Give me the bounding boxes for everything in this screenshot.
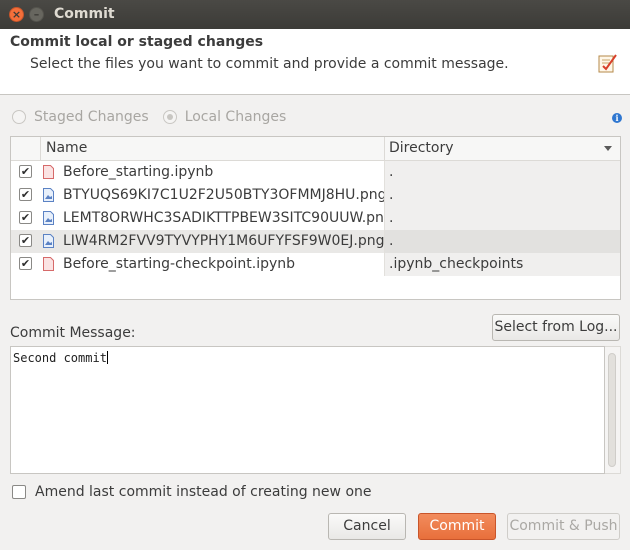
table-row[interactable]: ✔ Before_starting-checkpoint.ipynb .ipyn…	[11, 253, 620, 276]
file-directory: .	[384, 184, 620, 207]
table-row[interactable]: ✔ LEMT8ORWHC3SADIKTTPBEW3SITC90UUW.png .	[11, 207, 620, 230]
table-row[interactable]: ✔ Before_starting.ipynb .	[11, 161, 620, 184]
text-caret	[106, 351, 108, 364]
row-checkbox[interactable]: ✔	[19, 257, 32, 270]
image-file-icon	[43, 211, 54, 225]
sort-arrow-icon	[604, 146, 612, 151]
file-directory: .	[384, 161, 620, 184]
window-title: Commit	[54, 6, 115, 22]
row-checkbox[interactable]: ✔	[19, 234, 32, 247]
minimize-window-button[interactable]: –	[29, 7, 44, 22]
header-description: Select the files you want to commit and …	[30, 56, 509, 72]
file-directory: .	[384, 230, 620, 253]
image-file-icon	[43, 188, 54, 202]
window-titlebar: × – Commit	[0, 0, 630, 29]
notebook-file-icon	[43, 257, 54, 271]
amend-label: Amend last commit instead of creating ne…	[35, 484, 372, 500]
row-checkbox[interactable]: ✔	[19, 211, 32, 224]
file-name: BTYUQS69KI7C1U2F2U50BTY3OFMMJ8HU.png	[63, 187, 387, 203]
directory-column-label: Directory	[389, 140, 454, 156]
commit-message-input[interactable]: Second commit	[10, 346, 605, 474]
image-file-icon	[43, 234, 54, 248]
select-from-log-button[interactable]: Select from Log...	[492, 314, 620, 341]
directory-column-header[interactable]: Directory	[384, 137, 620, 161]
file-name: Before_starting.ipynb	[63, 164, 214, 180]
commit-button[interactable]: Commit	[418, 513, 496, 540]
message-scrollbar[interactable]	[605, 346, 621, 474]
amend-option[interactable]: Amend last commit instead of creating ne…	[12, 484, 372, 500]
file-directory: .	[384, 207, 620, 230]
row-checkbox[interactable]: ✔	[19, 188, 32, 201]
checkbox-column-header[interactable]	[11, 137, 41, 161]
commit-message-label: Commit Message:	[10, 325, 136, 341]
table-row[interactable]: ✔ LIW4RM2FVV9TYVYPHY1M6UFYFSF9W0EJ.png .	[11, 230, 620, 253]
cancel-button[interactable]: Cancel	[328, 513, 406, 540]
notebook-file-icon	[43, 165, 54, 179]
change-mode-group: Staged Changes Local Changes	[12, 109, 300, 125]
row-checkbox[interactable]: ✔	[19, 165, 32, 178]
file-name: LIW4RM2FVV9TYVYPHY1M6UFYFSF9W0EJ.png	[63, 233, 385, 249]
staged-changes-radio[interactable]	[12, 110, 26, 124]
file-name: Before_starting-checkpoint.ipynb	[63, 256, 296, 272]
scrollbar-thumb[interactable]	[608, 353, 616, 467]
file-directory: .ipynb_checkpoints	[384, 253, 620, 276]
header-title: Commit local or staged changes	[10, 34, 264, 50]
amend-checkbox[interactable]	[12, 485, 26, 499]
close-window-button[interactable]: ×	[9, 7, 24, 22]
commit-wizard-icon	[598, 54, 617, 73]
commit-message-text: Second commit	[13, 351, 107, 365]
local-changes-label: Local Changes	[184, 109, 287, 125]
name-column-header[interactable]: Name	[46, 140, 87, 156]
files-table: Name Directory ✔ Before_starting.ipynb .…	[10, 136, 621, 300]
dialog-header: Commit local or staged changes Select th…	[0, 29, 630, 95]
table-header: Name Directory	[11, 137, 620, 161]
info-icon[interactable]: i	[612, 113, 622, 123]
table-row[interactable]: ✔ BTYUQS69KI7C1U2F2U50BTY3OFMMJ8HU.png .	[11, 184, 620, 207]
commit-and-push-button[interactable]: Commit & Push	[507, 513, 620, 540]
local-changes-radio[interactable]	[162, 110, 177, 124]
staged-changes-label: Staged Changes	[34, 109, 149, 125]
file-name: LEMT8ORWHC3SADIKTTPBEW3SITC90UUW.png	[63, 210, 393, 226]
